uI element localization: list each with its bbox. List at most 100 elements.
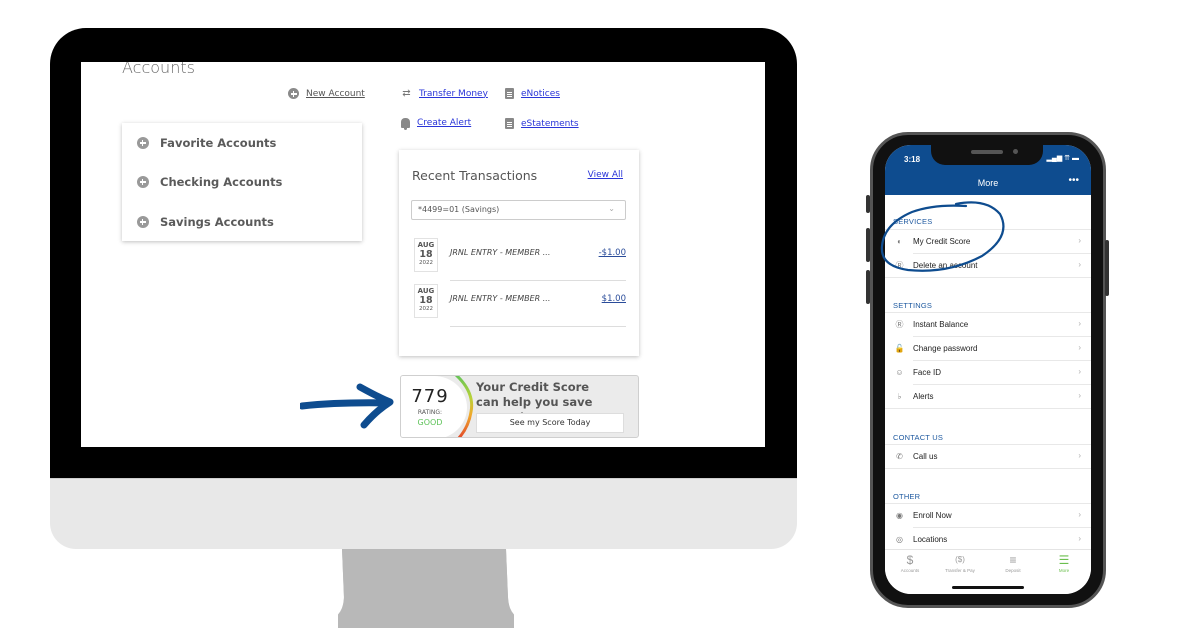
new-account-link[interactable]: New Account xyxy=(288,88,365,99)
account-groups-panel: Favorite Accounts Checking Accounts Savi… xyxy=(122,123,362,241)
create-alert-label[interactable]: Create Alert xyxy=(417,118,471,128)
date-day: 18 xyxy=(419,295,433,306)
menu-item-instant-balance[interactable]: Ⓡ Instant Balance › xyxy=(885,313,1091,337)
credit-score-value: 779 xyxy=(411,386,449,407)
chevron-right-icon: › xyxy=(1078,451,1081,460)
chevron-right-icon: › xyxy=(1078,367,1081,376)
menu-item-alerts[interactable]: ♭ Alerts › xyxy=(885,385,1091,409)
expand-icon xyxy=(137,137,149,149)
menu-item-call-us[interactable]: ✆ Call us › xyxy=(885,445,1091,469)
chevron-right-icon: › xyxy=(1078,510,1081,519)
chevron-right-icon: › xyxy=(1078,260,1081,269)
chevron-right-icon: › xyxy=(1078,391,1081,400)
section-contact-us: CONTACT US xyxy=(893,433,944,442)
divider xyxy=(450,326,626,327)
signal-icon: ▂▄▆ xyxy=(1046,155,1063,162)
transaction-row[interactable]: AUG 18 2022 JRNL ENTRY - MEMBER ... -$1.… xyxy=(414,238,626,281)
deposit-check-icon: ≡ xyxy=(1009,553,1017,567)
circle-annotation-icon xyxy=(880,201,1005,272)
date-year: 2022 xyxy=(419,306,433,312)
menu-item-label: Call us xyxy=(913,452,938,461)
new-account-label[interactable]: New Account xyxy=(306,89,365,99)
rating-label: RATING: xyxy=(417,409,443,416)
enroll-icon: ◉ xyxy=(896,511,903,520)
monitor-stand xyxy=(338,549,514,628)
enotices-link[interactable]: eNotices xyxy=(505,88,560,99)
wifi-icon: ⇈ xyxy=(1064,155,1071,162)
page-title: Accounts xyxy=(122,62,195,77)
transaction-row[interactable]: AUG 18 2022 JRNL ENTRY - MEMBER ... $1.0… xyxy=(414,284,626,327)
tab-more[interactable]: ☰ More xyxy=(1039,553,1089,573)
view-all-link[interactable]: View All xyxy=(588,170,623,180)
header-title: More xyxy=(977,178,999,188)
status-icons: ▂▄▆ ⇈ ▬ xyxy=(1046,154,1079,162)
bell-icon xyxy=(401,118,410,130)
estatements-label[interactable]: eStatements xyxy=(521,119,579,129)
more-options-icon[interactable]: ••• xyxy=(1068,175,1079,186)
bell-icon: ♭ xyxy=(897,392,902,401)
tab-label: Deposit xyxy=(1005,568,1021,573)
transfer-money-link[interactable]: ⇄ Transfer Money xyxy=(401,88,488,99)
document-icon xyxy=(505,118,514,129)
chevron-right-icon: › xyxy=(1078,236,1081,245)
transaction-date: AUG 18 2022 xyxy=(414,284,438,318)
home-indicator xyxy=(952,586,1024,589)
transaction-date: AUG 18 2022 xyxy=(414,238,438,272)
date-day: 18 xyxy=(419,249,433,260)
dollar-icon: $ xyxy=(906,553,914,567)
savings-accounts-toggle[interactable]: Savings Accounts xyxy=(137,215,274,229)
estatements-link[interactable]: eStatements xyxy=(505,118,579,129)
menu-item-change-password[interactable]: 🔓 Change password › xyxy=(885,337,1091,361)
expand-icon xyxy=(137,216,149,228)
transaction-amount[interactable]: -$1.00 xyxy=(599,248,626,258)
menu-item-face-id[interactable]: ☺ Face ID › xyxy=(885,361,1091,385)
plus-circle-icon xyxy=(288,88,299,99)
battery-icon: ▬ xyxy=(1072,155,1079,162)
recent-transactions-card: Recent Transactions View All *4499=01 (S… xyxy=(399,150,639,356)
favorite-accounts-toggle[interactable]: Favorite Accounts xyxy=(137,136,276,150)
date-month: AUG xyxy=(417,287,435,295)
tab-label: More xyxy=(1058,568,1070,573)
account-select[interactable]: *4499=01 (Savings) ⌄ xyxy=(411,200,626,220)
menu-item-label: Instant Balance xyxy=(913,320,969,329)
tab-label: Accounts xyxy=(900,568,920,573)
phone-volume-down xyxy=(866,270,870,304)
transaction-description: JRNL ENTRY - MEMBER ... xyxy=(450,294,551,303)
location-icon: ◎ xyxy=(896,535,903,544)
chevron-down-icon: ⌄ xyxy=(608,204,615,213)
phone-icon: ✆ xyxy=(896,452,903,461)
section-settings: SETTINGS xyxy=(893,301,933,310)
menu-item-label: Face ID xyxy=(913,368,942,377)
transfer-money-label[interactable]: Transfer Money xyxy=(419,89,488,99)
menu-item-enroll-now[interactable]: ◉ Enroll Now › xyxy=(885,504,1091,528)
checking-accounts-toggle[interactable]: Checking Accounts xyxy=(137,175,282,189)
document-icon xyxy=(505,88,514,99)
chevron-right-icon: › xyxy=(1078,319,1081,328)
section-other: OTHER xyxy=(893,492,921,501)
face-id-icon: ☺ xyxy=(895,368,904,377)
transfer-pay-icon: ($) xyxy=(955,555,965,564)
transfer-icon: ⇄ xyxy=(402,88,411,99)
chevron-right-icon: › xyxy=(1078,343,1081,352)
account-group-label: Checking Accounts xyxy=(160,175,283,189)
account-group-label: Savings Accounts xyxy=(160,215,274,229)
divider xyxy=(885,277,1091,278)
tab-transfer-pay[interactable]: ($) Transfer & Pay xyxy=(935,553,985,573)
lock-icon: 🔓 xyxy=(894,344,905,353)
tab-deposit[interactable]: ≡ Deposit xyxy=(988,553,1038,573)
chevron-right-icon: › xyxy=(1078,534,1081,543)
credit-score-banner[interactable]: 779 RATING: GOOD Your Credit Score can h… xyxy=(400,375,639,438)
divider xyxy=(885,408,1091,409)
transaction-amount[interactable]: $1.00 xyxy=(602,294,626,304)
tab-label: Transfer & Pay xyxy=(945,568,975,573)
see-score-button[interactable]: See my Score Today xyxy=(476,413,624,433)
desktop-screen: Accounts New Account ⇄ Transfer Money eN… xyxy=(81,62,765,447)
recent-transactions-title: Recent Transactions xyxy=(412,168,538,183)
phone-volume-up xyxy=(866,228,870,262)
create-alert-link[interactable]: Create Alert xyxy=(401,118,471,130)
phone-mute-switch xyxy=(866,195,870,213)
tab-accounts[interactable]: $ Accounts xyxy=(885,553,935,573)
phone-notch xyxy=(931,145,1043,165)
menu-item-label: Change password xyxy=(913,344,978,353)
enotices-label[interactable]: eNotices xyxy=(521,89,560,99)
